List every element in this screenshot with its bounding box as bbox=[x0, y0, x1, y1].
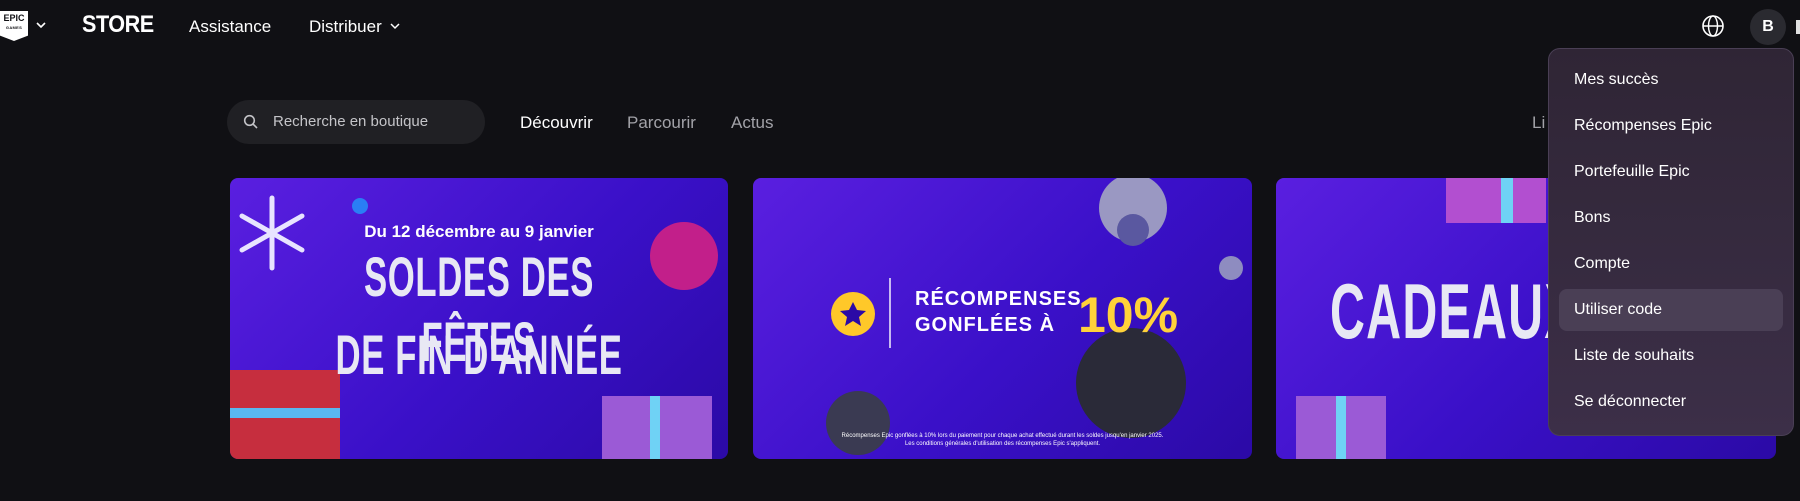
search-icon bbox=[243, 114, 258, 129]
banner-date: Du 12 décembre au 9 janvier bbox=[364, 222, 594, 241]
account-dropdown-menu: Mes succès Récompenses Epic Portefeuille… bbox=[1548, 48, 1794, 436]
menu-item-coupons[interactable]: Bons bbox=[1559, 197, 1783, 239]
menu-item-achievements[interactable]: Mes succès bbox=[1559, 59, 1783, 101]
gift-box-icon bbox=[1446, 178, 1546, 223]
rewards-banner[interactable]: RÉCOMPENSES GONFLÉES À 10% Récompenses E… bbox=[753, 178, 1252, 459]
tab-actus[interactable]: Actus bbox=[731, 113, 774, 133]
search-input[interactable]: Recherche en boutique bbox=[227, 100, 485, 144]
nav-distribuer[interactable]: Distribuer bbox=[309, 17, 382, 37]
menu-item-epic-rewards[interactable]: Récompenses Epic bbox=[1559, 105, 1783, 147]
logo-text: EPIC bbox=[3, 13, 25, 23]
menu-item-account[interactable]: Compte bbox=[1559, 243, 1783, 285]
star-coin-icon bbox=[1076, 328, 1186, 438]
banner-fine-print-2: Les conditions générales d'utilisation d… bbox=[904, 441, 1101, 447]
menu-item-epic-wallet[interactable]: Portefeuille Epic bbox=[1559, 151, 1783, 193]
logo-subtext: GAMES bbox=[5, 25, 23, 30]
epic-games-logo[interactable]: EPIC GAMES bbox=[0, 11, 28, 41]
holiday-sale-banner[interactable]: Du 12 décembre au 9 janvier SOLDES DES F… bbox=[230, 178, 728, 459]
tab-parcourir[interactable]: Parcourir bbox=[627, 113, 696, 133]
banner-divider bbox=[889, 278, 891, 348]
banner-title-line2: DE FIN D'ANNÉE bbox=[335, 323, 623, 386]
banner-text-line2: GONFLÉES À bbox=[915, 314, 1056, 336]
tab-decouvrir[interactable]: Découvrir bbox=[520, 113, 593, 133]
nav-assistance[interactable]: Assistance bbox=[189, 17, 271, 37]
ornament-small-icon bbox=[352, 198, 368, 214]
menu-item-redeem-code[interactable]: Utiliser code bbox=[1559, 289, 1783, 331]
user-avatar[interactable]: B bbox=[1750, 9, 1786, 45]
chevron-down-icon[interactable] bbox=[34, 18, 48, 32]
menu-item-sign-out[interactable]: Se déconnecter bbox=[1559, 381, 1783, 423]
partial-nav-link[interactable]: Li bbox=[1532, 113, 1545, 133]
chevron-down-icon[interactable] bbox=[389, 20, 401, 32]
banner-percent: 10% bbox=[1078, 287, 1179, 343]
store-link[interactable]: STORE bbox=[82, 11, 154, 39]
banner-text-line1: RÉCOMPENSES bbox=[915, 288, 1082, 310]
globe-icon[interactable] bbox=[1701, 14, 1725, 38]
banner-fine-print-1: Récompenses Epic gonflées à 10% lors du … bbox=[841, 433, 1164, 439]
edge-marker bbox=[1796, 20, 1800, 34]
top-navigation: EPIC GAMES STORE Assistance Distribuer B bbox=[0, 0, 1800, 54]
search-placeholder: Recherche en boutique bbox=[273, 113, 429, 130]
menu-item-wishlist[interactable]: Liste de souhaits bbox=[1559, 335, 1783, 377]
